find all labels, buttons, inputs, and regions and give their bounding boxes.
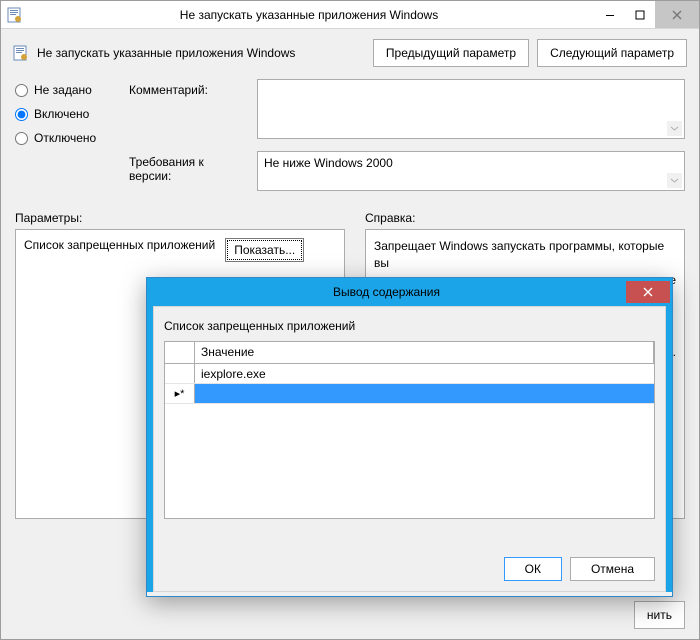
window-controls [595,1,699,28]
comment-textarea[interactable] [257,79,685,139]
grid-column-value: Значение [195,342,654,363]
radio-not-configured[interactable]: Не задано [15,83,115,97]
row-marker [165,364,195,383]
show-contents-dialog: Вывод содержания Список запрещенных прил… [146,277,673,597]
policy-header-label: Не запускать указанные приложения Window… [37,46,295,60]
window-title: Не запускать указанные приложения Window… [23,8,595,22]
row-marker: ▸* [165,384,195,403]
dialog-body: Список запрещенных приложений Значение i… [153,306,666,592]
help-label: Справка: [365,211,685,225]
minimize-button[interactable] [595,1,625,28]
params-label: Параметры: [15,211,345,225]
help-text-line: Запрещает Windows запускать программы, к… [374,238,676,272]
policy-icon [7,7,23,23]
cancel-button[interactable]: Отмена [570,557,655,581]
fields-column: Комментарий: Требования к версии: Не ниж… [129,79,685,203]
row-value[interactable]: iexplore.exe [195,364,654,383]
dialog-subtitle: Список запрещенных приложений [154,307,665,341]
dialog-buttons: ОК Отмена [504,557,655,581]
state-radio-group: Не задано Включено Отключено [15,79,115,203]
titlebar: Не запускать указанные приложения Window… [1,1,699,29]
show-list-button[interactable]: Показать... [225,238,304,262]
radio-enabled[interactable]: Включено [15,107,115,121]
apply-button[interactable]: нить [634,601,685,629]
radio-enabled-label: Включено [34,107,89,121]
comment-label: Комментарий: [129,79,245,97]
policy-header: Не запускать указанные приложения Window… [1,29,699,77]
policy-body: Не задано Включено Отключено Комментарий… [1,77,699,203]
scroll-down-icon[interactable] [667,173,682,188]
version-value: Не ниже Windows 2000 [264,156,393,170]
dialog-close-button[interactable] [626,281,670,303]
version-label: Требования к версии: [129,151,245,183]
dialog-titlebar: Вывод содержания [147,278,672,306]
radio-disabled[interactable]: Отключено [15,131,115,145]
radio-not-configured-label: Не задано [34,83,92,97]
radio-disabled-label: Отключено [34,131,96,145]
radio-enabled-input[interactable] [15,108,28,121]
row-value[interactable] [195,384,654,403]
params-caption: Список запрещенных приложений [24,238,215,252]
close-button[interactable] [655,1,699,28]
next-setting-button[interactable]: Следующий параметр [537,39,687,67]
table-row[interactable]: iexplore.exe [165,364,654,384]
grid-rowhead-corner [165,342,195,363]
scroll-down-icon[interactable] [667,121,682,136]
values-grid[interactable]: Значение iexplore.exe ▸* [164,341,655,519]
policy-header-icon [13,45,29,61]
grid-header: Значение [165,342,654,364]
radio-disabled-input[interactable] [15,132,28,145]
table-row[interactable]: ▸* [165,384,654,404]
footer-buttons: нить [634,601,685,629]
prev-setting-button[interactable]: Предыдущий параметр [373,39,529,67]
dialog-title: Вывод содержания [147,285,626,299]
ok-button[interactable]: ОК [504,557,562,581]
radio-not-configured-input[interactable] [15,84,28,97]
maximize-button[interactable] [625,1,655,28]
version-textarea: Не ниже Windows 2000 [257,151,685,191]
